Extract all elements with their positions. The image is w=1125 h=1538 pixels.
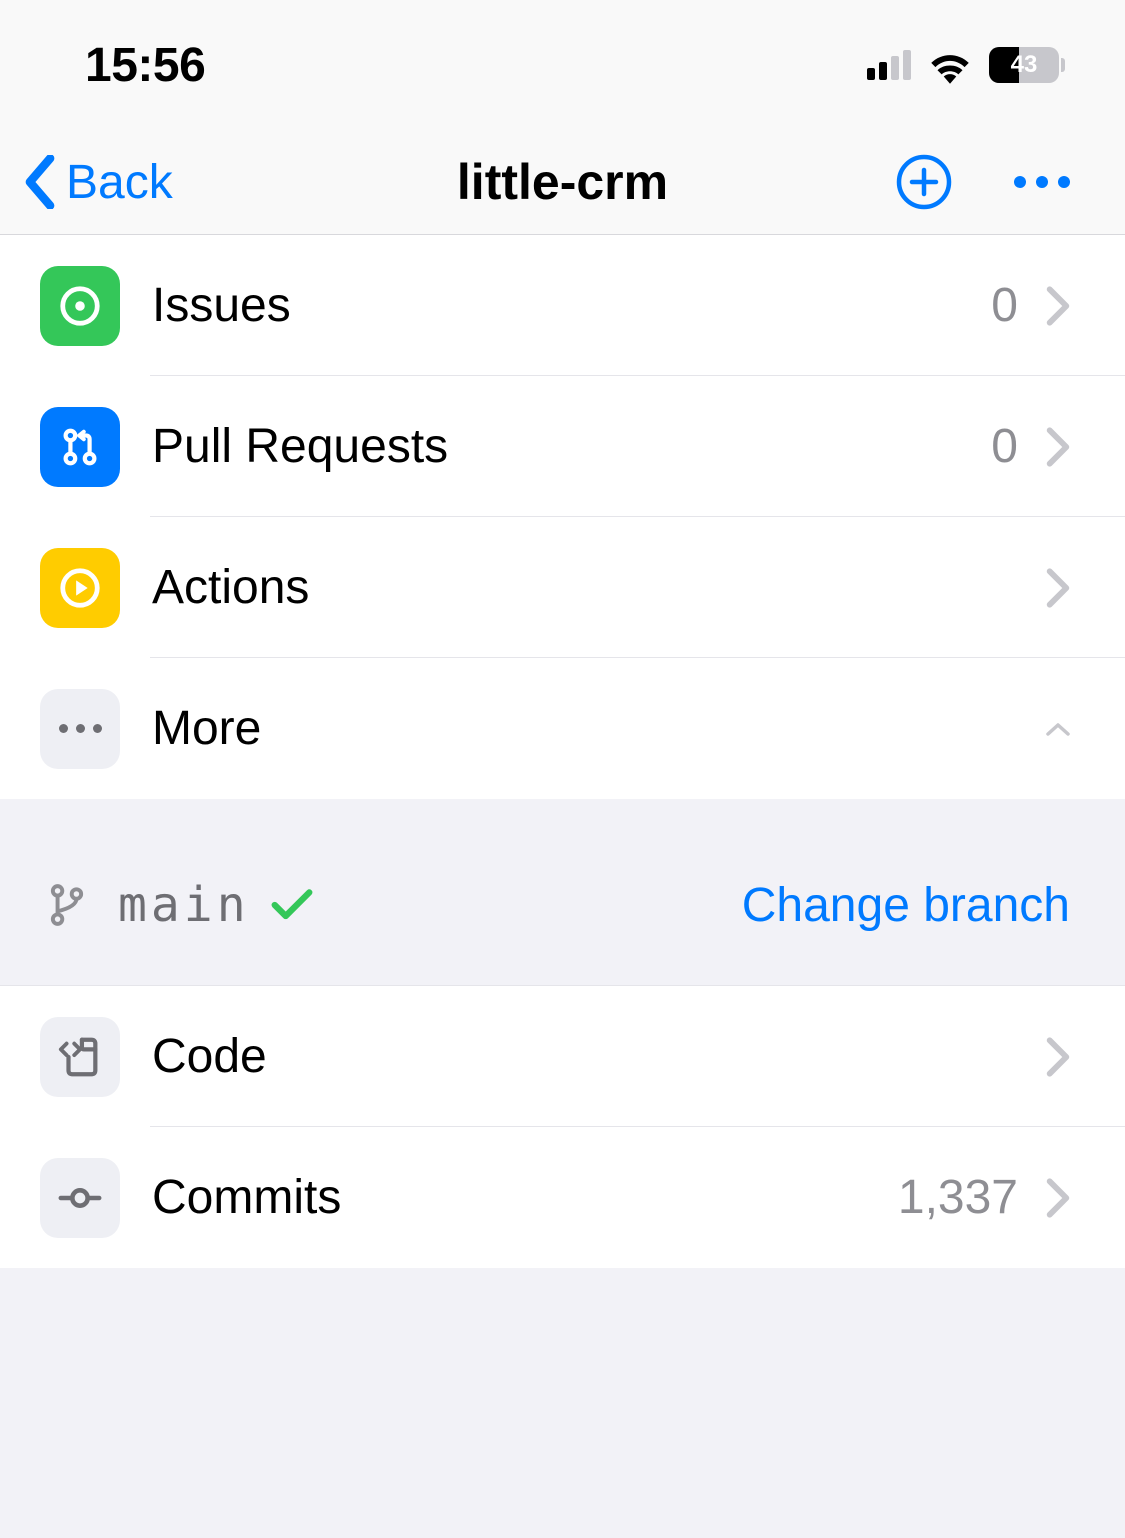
commits-label: Commits — [152, 1170, 898, 1225]
issues-label: Issues — [152, 278, 991, 333]
status-bar: 15:56 43 — [0, 0, 1125, 130]
more-icon — [40, 689, 120, 769]
code-nav-list: Code Commits 1,337 — [0, 986, 1125, 1268]
pull-requests-row[interactable]: Pull Requests 0 — [0, 376, 1125, 517]
chevron-right-icon — [1046, 286, 1070, 326]
page-title: little-crm — [457, 153, 668, 211]
more-label: More — [152, 701, 1046, 756]
status-time: 15:56 — [85, 38, 205, 93]
status-indicators: 43 — [867, 46, 1065, 84]
ellipsis-icon — [59, 724, 102, 733]
issues-row[interactable]: Issues 0 — [0, 235, 1125, 376]
branch-selector: main Change branch — [0, 799, 1125, 986]
issues-icon — [40, 266, 120, 346]
issues-count: 0 — [991, 278, 1018, 333]
actions-icon — [40, 548, 120, 628]
chevron-right-icon — [1046, 568, 1070, 608]
battery-icon: 43 — [989, 47, 1065, 83]
pull-requests-count: 0 — [991, 419, 1018, 474]
repo-nav-list: Issues 0 Pull Requests 0 — [0, 235, 1125, 799]
branch-name: main — [118, 877, 250, 933]
battery-percentage: 43 — [1011, 51, 1038, 79]
code-row[interactable]: Code — [0, 986, 1125, 1127]
add-button[interactable] — [896, 154, 952, 210]
commit-icon — [40, 1158, 120, 1238]
chevron-right-icon — [1046, 427, 1070, 467]
navigation-bar: Back little-crm — [0, 130, 1125, 235]
chevron-left-icon — [20, 155, 60, 209]
change-branch-button[interactable]: Change branch — [742, 878, 1070, 933]
commits-count: 1,337 — [898, 1170, 1018, 1225]
actions-label: Actions — [152, 560, 1046, 615]
more-row[interactable]: More — [0, 658, 1125, 799]
code-label: Code — [152, 1029, 1046, 1084]
cellular-signal-icon — [867, 50, 911, 80]
chevron-up-icon — [1046, 709, 1070, 749]
bottom-spacer — [0, 1268, 1125, 1308]
actions-row[interactable]: Actions — [0, 517, 1125, 658]
back-button[interactable]: Back — [20, 155, 173, 210]
code-icon — [40, 1017, 120, 1097]
more-options-button[interactable] — [1014, 176, 1070, 188]
pull-requests-label: Pull Requests — [152, 419, 991, 474]
commits-row[interactable]: Commits 1,337 — [0, 1127, 1125, 1268]
chevron-right-icon — [1046, 1037, 1070, 1077]
pull-request-icon — [40, 407, 120, 487]
back-label: Back — [66, 155, 173, 210]
wifi-icon — [925, 46, 975, 84]
check-icon — [270, 887, 314, 923]
chevron-right-icon — [1046, 1178, 1070, 1218]
git-branch-icon — [48, 883, 118, 927]
ellipsis-icon — [1014, 176, 1026, 188]
